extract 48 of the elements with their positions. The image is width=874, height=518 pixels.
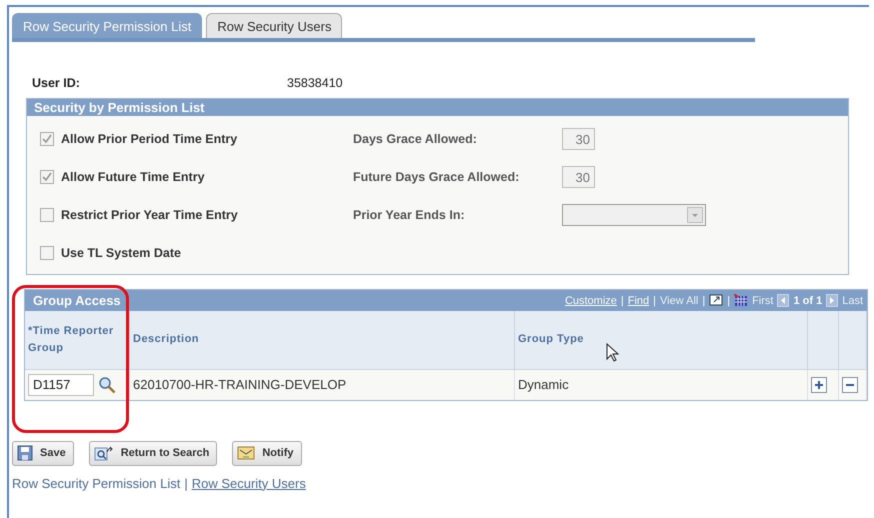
checkbox-label: Use TL System Date [61, 246, 182, 260]
checkbox-label: Restrict Prior Year Time Entry [61, 208, 239, 222]
column-header: *Time Reporter Group [25, 311, 130, 369]
toolbar-button[interactable]: Return to Search [88, 440, 218, 466]
delete-row-button[interactable] [842, 376, 858, 392]
footer-link[interactable]: Row Security Users [192, 476, 306, 490]
input-field[interactable]: D1157 [28, 374, 94, 396]
grid-link[interactable]: Customize [564, 294, 617, 306]
separator: | [184, 476, 188, 490]
field-label: Future Days Grace Allowed: [353, 170, 520, 184]
field-label: Prior Year Ends In: [353, 208, 466, 222]
checkbox-label: Allow Future Time Entry [61, 170, 206, 184]
separator: | [653, 294, 656, 306]
next-icon [826, 294, 838, 307]
envelope-icon [237, 445, 256, 461]
grid-icon[interactable] [734, 294, 748, 307]
column-header: Group Type [514, 311, 808, 369]
tab[interactable]: Row Security Permission List [12, 13, 202, 38]
magnifier-arrow-icon [94, 445, 114, 461]
cursor-icon [606, 343, 620, 363]
add-row-button[interactable] [811, 376, 827, 392]
checkbox-label: Allow Prior Period Time Entry [61, 132, 238, 146]
zoom-icon[interactable] [709, 294, 724, 307]
tab[interactable]: Row Security Users [206, 13, 342, 38]
section-header: Security by Permission List [27, 99, 848, 116]
grid-link[interactable]: Find [628, 294, 650, 306]
separator: | [620, 294, 624, 306]
search-icon[interactable] [98, 376, 116, 394]
field-label: Days Grace Allowed: [353, 132, 478, 146]
toolbar-button[interactable]: Save [12, 440, 74, 466]
table-cell: Dynamic [514, 369, 808, 400]
row-count: 1 of 1 [793, 294, 822, 306]
user-id-value: 35838410 [287, 76, 343, 90]
field-label: User ID: [32, 76, 81, 90]
separator: | [727, 294, 730, 306]
grid-title: Group Access [33, 293, 121, 308]
checkbox[interactable] [40, 246, 54, 260]
footer-link[interactable]: Row Security Permission List [12, 476, 180, 490]
separator: | [702, 294, 706, 306]
plus-icon [814, 380, 824, 390]
caret-icon [687, 207, 703, 223]
checkbox[interactable] [40, 132, 54, 146]
table-cell: 62010700-HR-TRAINING-DEVELOP [130, 369, 514, 400]
previous-icon [777, 294, 790, 307]
column-header: Description [130, 311, 514, 369]
toolbar-button[interactable]: Notify [232, 440, 302, 466]
checkbox[interactable] [40, 170, 54, 184]
checkbox[interactable] [40, 208, 54, 222]
